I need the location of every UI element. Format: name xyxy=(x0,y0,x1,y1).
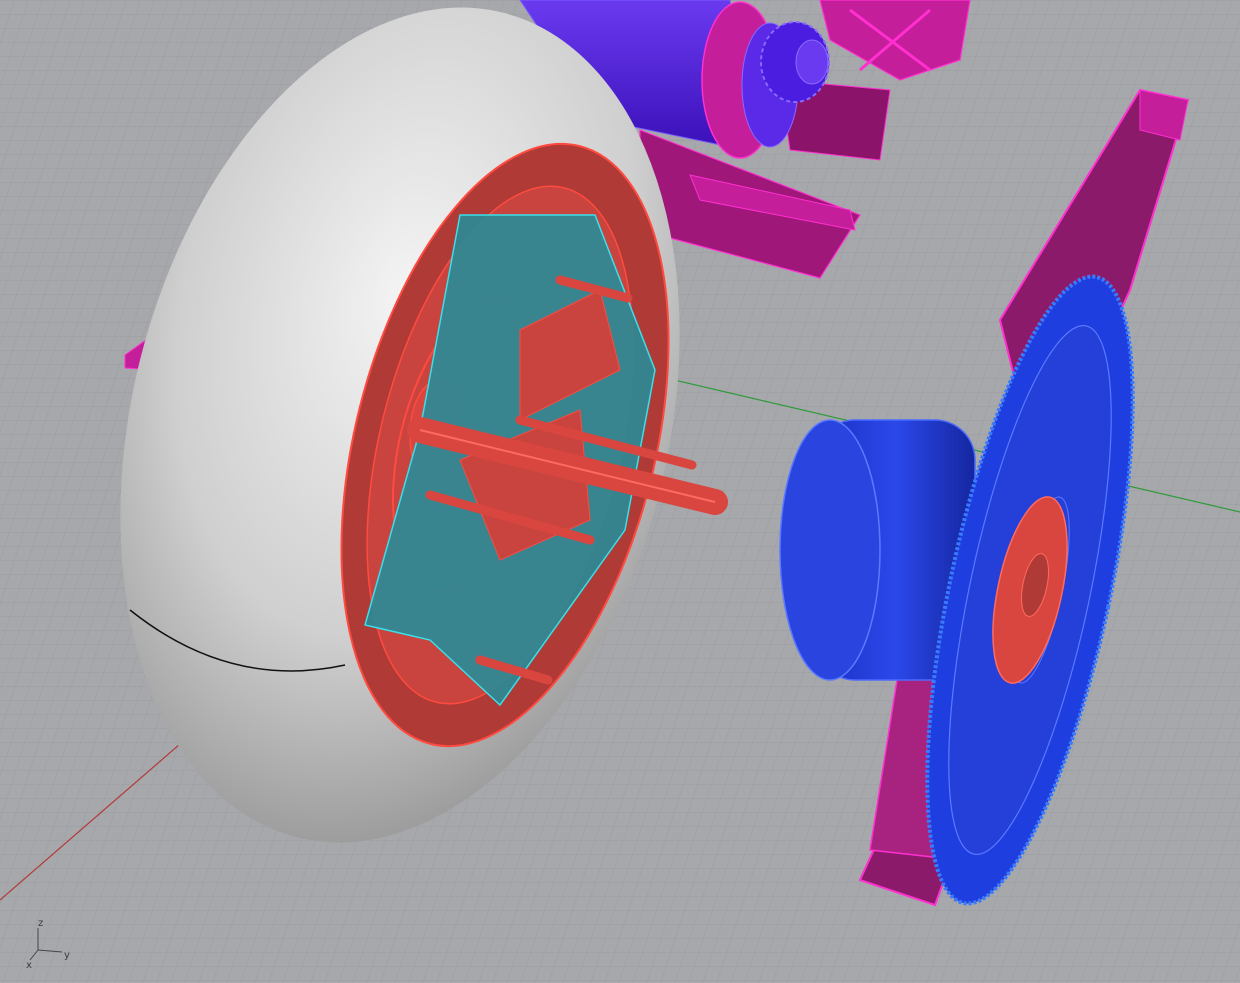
rhino-perspective-viewport[interactable]: z y x xyxy=(0,0,1240,983)
axis-label-z: z xyxy=(38,918,43,929)
3d-scene[interactable]: z y x xyxy=(0,0,1240,983)
drive-pinion-gear[interactable] xyxy=(760,21,830,103)
axis-label-x: x xyxy=(26,960,32,971)
axis-label-y: y xyxy=(64,950,70,961)
